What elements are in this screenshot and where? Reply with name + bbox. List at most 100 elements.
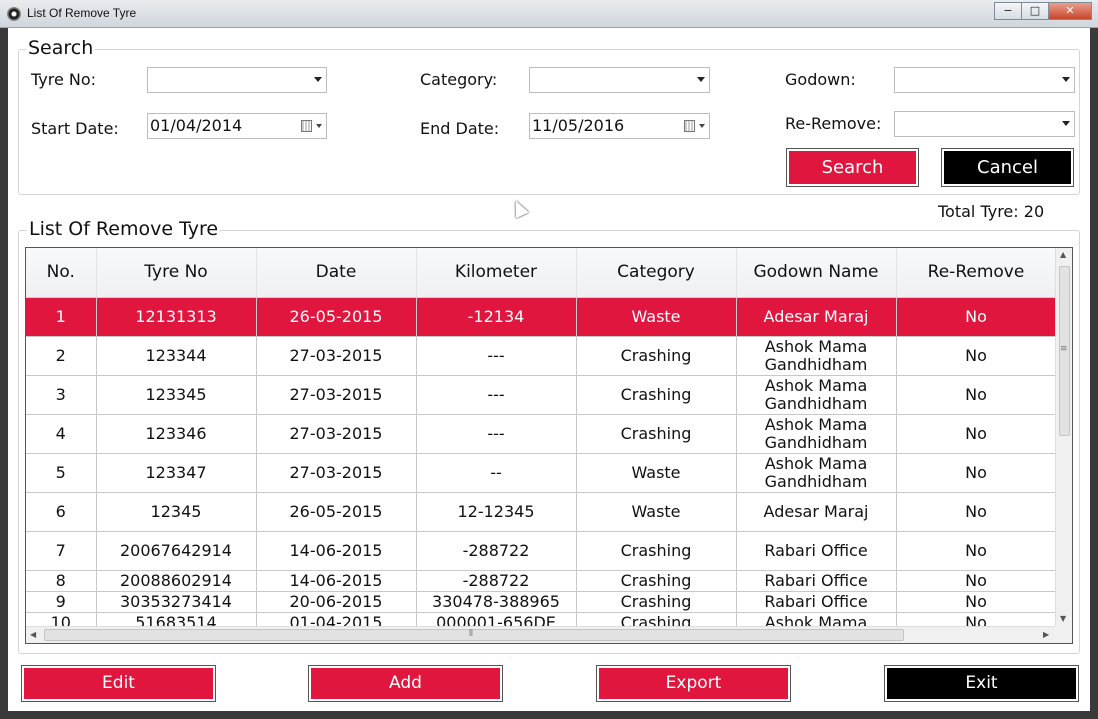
- cell-text: Ashok Mama: [764, 375, 868, 395]
- maximize-button[interactable]: □: [1021, 2, 1049, 20]
- cell-text: 123345: [145, 384, 207, 404]
- cell-text: 123346: [145, 423, 207, 443]
- cell-kilometer: --: [416, 453, 577, 493]
- cell-kilometer: ---: [416, 375, 577, 415]
- column-header-date[interactable]: Date: [256, 248, 417, 298]
- godown-combo[interactable]: [894, 67, 1075, 93]
- cell-no: 3: [26, 375, 97, 415]
- cell-text: 7: [55, 540, 66, 560]
- add-button[interactable]: Add: [308, 665, 503, 702]
- cell-re-remove: No: [896, 492, 1057, 532]
- cell-text: Ashok Mama: [764, 414, 868, 434]
- exit-button[interactable]: Exit: [884, 665, 1079, 702]
- cell-text: No: [965, 570, 987, 590]
- cell-re-remove: No: [896, 414, 1057, 454]
- table-row[interactable]: 6 12345 26-05-2015 12-12345 Waste Adesar Mara…: [26, 492, 1057, 532]
- table-row[interactable]: 9 30353273414 20-06-2015 330478-388965 Crash…: [26, 591, 1057, 613]
- table-header-row: No. Tyre No Date Kilometer Category Godo…: [26, 248, 1057, 298]
- cell-text: Crashing: [620, 384, 692, 404]
- cell-text: No: [965, 462, 987, 482]
- scroll-down-icon[interactable]: ▼: [1060, 614, 1066, 623]
- scroll-right-icon[interactable]: ▶: [1043, 630, 1049, 639]
- total-tyre: Total Tyre: 20: [938, 202, 1044, 221]
- cell-tyre-no: 12131313: [96, 297, 257, 337]
- chevron-down-icon: [697, 77, 705, 82]
- vertical-scrollbar[interactable]: ▲ ≡ ▼: [1055, 248, 1072, 628]
- remove-tyre-grid[interactable]: No. Tyre No Date Kilometer Category Godo…: [25, 247, 1073, 644]
- cell-date: 27-03-2015: [256, 375, 417, 415]
- cell-godown-name: Rabari Office: [736, 531, 897, 571]
- scroll-left-icon[interactable]: ◀: [30, 630, 36, 639]
- calendar-icon[interactable]: [684, 120, 695, 132]
- column-header-category[interactable]: Category: [576, 248, 737, 298]
- minimize-button[interactable]: −: [994, 2, 1022, 20]
- cancel-button[interactable]: Cancel: [941, 148, 1074, 187]
- cell-godown-name: Adesar Maraj: [736, 492, 897, 532]
- cell-text: 27-03-2015: [289, 462, 383, 482]
- table-row[interactable]: 3 123345 27-03-2015 --- Crashing Ashok Mama Ga…: [26, 375, 1057, 415]
- cell-text: Waste: [631, 306, 681, 326]
- re-remove-label: Re-Remove:: [785, 114, 882, 133]
- cell-godown-name: Ashok Mama Gandhidham: [736, 375, 897, 415]
- edit-button[interactable]: Edit: [21, 665, 216, 702]
- end-date-picker[interactable]: 11/05/2016: [529, 113, 710, 139]
- cell-no: 8: [26, 570, 97, 592]
- column-header-godown-name[interactable]: Godown Name: [736, 248, 897, 298]
- column-header-re-remove[interactable]: Re-Remove: [896, 248, 1057, 298]
- cell-text: 5: [55, 462, 66, 482]
- table-body: 1 12131313 26-05-2015 -12134 Waste Adesar Mar…: [26, 297, 1057, 634]
- cell-re-remove: No: [896, 531, 1057, 571]
- column-header-tyre-no[interactable]: Tyre No: [96, 248, 257, 298]
- horizontal-scrollbar[interactable]: ◀ ⦀ ▶: [26, 626, 1057, 643]
- category-combo[interactable]: [529, 67, 710, 93]
- column-header-no[interactable]: No.: [26, 248, 97, 298]
- horizontal-scroll-thumb[interactable]: [44, 629, 904, 641]
- calendar-icon[interactable]: [301, 120, 312, 132]
- category-label: Category:: [420, 70, 498, 89]
- cell-category: Crashing: [576, 591, 737, 613]
- cell-text: ---: [487, 384, 505, 404]
- cell-text: Waste: [631, 501, 681, 521]
- start-date-picker[interactable]: 01/04/2014: [147, 113, 327, 139]
- export-button[interactable]: Export: [596, 665, 791, 702]
- table-row[interactable]: 4 123346 27-03-2015 --- Crashing Ashok Mama Ga…: [26, 414, 1057, 454]
- cell-date: 27-03-2015: [256, 336, 417, 376]
- cell-text: 12345: [150, 501, 202, 521]
- cell-godown-name: Rabari Office: [736, 570, 897, 592]
- start-date-label: Start Date:: [31, 119, 119, 138]
- cell-re-remove: No: [896, 570, 1057, 592]
- cell-date: 26-05-2015: [256, 492, 417, 532]
- cell-category: Crashing: [576, 531, 737, 571]
- cell-re-remove: No: [896, 453, 1057, 493]
- tyre-no-combo[interactable]: [147, 67, 327, 93]
- cell-text: No: [965, 591, 987, 611]
- cell-date: 26-05-2015: [256, 297, 417, 337]
- table-row[interactable]: 2 123344 27-03-2015 --- Crashing Ashok Mama Ga…: [26, 336, 1057, 376]
- scrollbar-corner: [1055, 626, 1072, 643]
- search-button[interactable]: Search: [786, 148, 919, 187]
- column-header-kilometer[interactable]: Kilometer: [416, 248, 577, 298]
- cell-godown-name: Ashok Mama Gandhidham: [736, 453, 897, 493]
- cell-tyre-no: 123345: [96, 375, 257, 415]
- table-row[interactable]: 1 12131313 26-05-2015 -12134 Waste Adesar Mar…: [26, 297, 1057, 337]
- mouse-cursor-icon: [509, 197, 529, 219]
- cell-text: No: [965, 306, 987, 326]
- cell-text: 14-06-2015: [289, 570, 383, 590]
- scroll-up-icon[interactable]: ▲: [1060, 250, 1066, 259]
- end-date-value: 11/05/2016: [532, 116, 625, 135]
- re-remove-combo[interactable]: [894, 111, 1075, 137]
- table-row[interactable]: 5 123347 27-03-2015 -- Waste Ashok Mama Gandhi…: [26, 453, 1057, 493]
- table-row[interactable]: 8 20088602914 14-06-2015 -288722 Crashing Rab…: [26, 570, 1057, 592]
- cell-text: 123344: [145, 345, 207, 365]
- cell-category: Crashing: [576, 414, 737, 454]
- cell-text: Crashing: [620, 345, 692, 365]
- chevron-down-icon: [314, 77, 322, 82]
- cell-text: 330478-388965: [432, 591, 560, 611]
- close-button[interactable]: ✕: [1048, 2, 1092, 20]
- table-row[interactable]: 7 20067642914 14-06-2015 -288722 Crashing Rab…: [26, 531, 1057, 571]
- cell-text: 26-05-2015: [289, 306, 383, 326]
- cell-category: Crashing: [576, 375, 737, 415]
- cell-category: Waste: [576, 297, 737, 337]
- window-controls: − □ ✕: [994, 2, 1092, 20]
- tyre-no-label: Tyre No:: [31, 70, 97, 89]
